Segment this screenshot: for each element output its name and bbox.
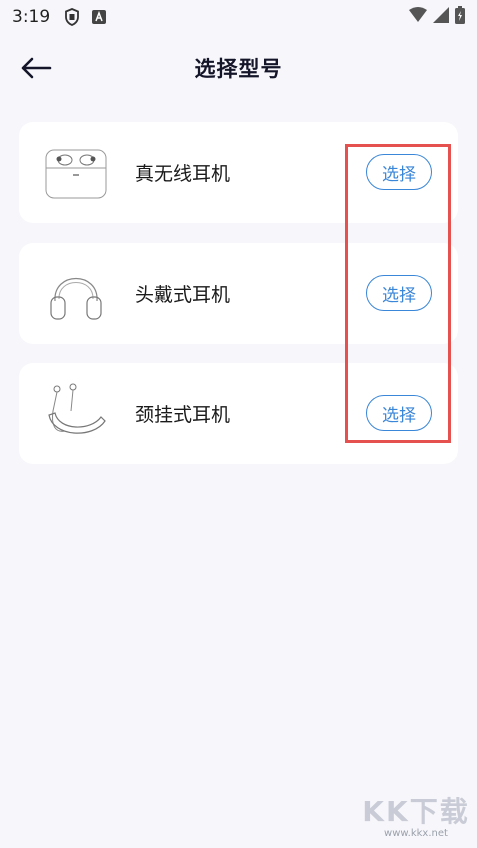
model-name: 颈挂式耳机 [135, 404, 231, 426]
neckband-image [43, 381, 109, 445]
watermark-logo: KK下载 www.kkx.net [360, 790, 472, 846]
headphones-image [43, 261, 109, 325]
model-card-true-wireless: 真无线耳机 选择 [19, 122, 458, 223]
model-name: 真无线耳机 [135, 163, 231, 185]
select-button-over-ear[interactable]: 选择 [366, 275, 432, 311]
model-name: 头戴式耳机 [135, 284, 231, 306]
battery-charging-icon [455, 5, 465, 29]
page-title: 选择型号 [194, 57, 283, 81]
arrow-left-icon [21, 57, 52, 79]
back-button[interactable] [18, 52, 54, 84]
earbuds-case-image [43, 140, 109, 204]
model-card-over-ear: 头戴式耳机 选择 [19, 243, 458, 344]
title-bar: 选择型号 [0, 44, 477, 92]
status-time: 3:19 [12, 7, 51, 27]
watermark-text: KK下载 [362, 795, 470, 828]
shield-app-icon [64, 8, 80, 26]
font-a-icon [92, 10, 107, 24]
signal-icon [433, 6, 449, 28]
select-button-true-wireless[interactable]: 选择 [366, 154, 432, 190]
model-card-neckband: 颈挂式耳机 选择 [19, 363, 458, 464]
wifi-icon [409, 6, 427, 28]
status-bar: 3:19 [0, 0, 477, 34]
select-button-neckband[interactable]: 选择 [366, 395, 432, 431]
status-right-group [409, 5, 465, 29]
